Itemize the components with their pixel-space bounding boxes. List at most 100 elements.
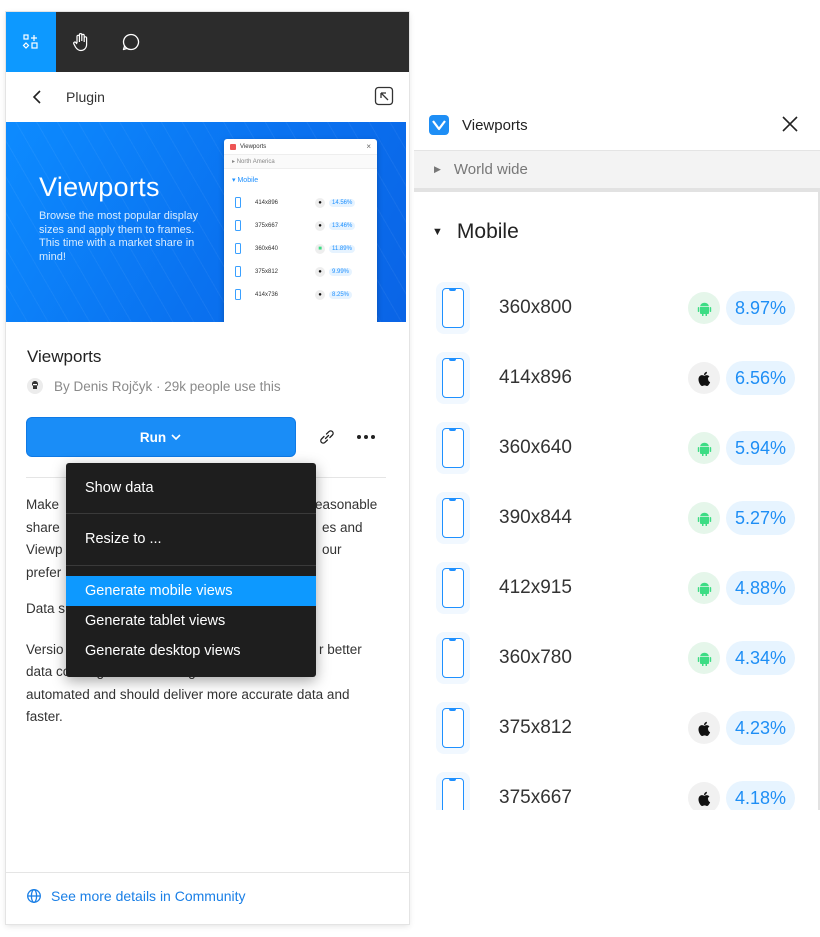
viewports-panel: Viewports ▶ World wide ▼ Mobile 360x800 8… — [414, 100, 820, 810]
os-badge — [688, 362, 720, 394]
description-text: faster. — [26, 709, 63, 724]
device-row[interactable]: 360x800 8.97% — [414, 275, 820, 345]
viewports-header: Viewports — [414, 100, 820, 150]
menu-separator — [66, 565, 316, 566]
device-resolution: 360x800 — [499, 297, 572, 318]
os-badge — [688, 642, 720, 674]
device-row[interactable]: 375x812 4.23% — [414, 695, 820, 765]
community-link-label: See more details in Community — [51, 888, 246, 904]
back-button[interactable] — [26, 85, 50, 109]
android-icon — [697, 512, 711, 526]
apple-icon: ● — [315, 197, 325, 208]
device-resolution: 360x780 — [499, 647, 572, 668]
phone-icon — [235, 266, 241, 277]
market-share-badge: 6.56% — [726, 361, 796, 395]
preview-header: Viewports × — [224, 139, 377, 155]
collapse-icon[interactable] — [373, 85, 395, 107]
preview-row: 414x736 ● 8.25% — [224, 283, 377, 306]
world-wide-section[interactable]: ▶ World wide — [414, 150, 820, 192]
description-text: r better — [319, 641, 362, 657]
apple-icon: ● — [315, 266, 325, 277]
caret-down-icon: ▼ — [432, 226, 443, 238]
apple-icon — [697, 721, 710, 736]
close-icon: × — [366, 142, 371, 151]
menu-item-generate-tablet-views[interactable]: Generate tablet views — [66, 606, 316, 636]
description-text: easonable — [315, 497, 378, 512]
preview-percent: 11.89% — [329, 244, 355, 253]
hand-tool-button[interactable] — [56, 12, 106, 72]
menu-item-resize-to[interactable]: Resize to ... — [66, 525, 316, 553]
device-row[interactable]: 390x844 5.27% — [414, 485, 820, 555]
preview-section: ▾ Mobile — [232, 176, 259, 185]
os-badge — [688, 432, 720, 464]
comment-icon — [122, 33, 140, 51]
market-share-badge: 4.88% — [726, 571, 796, 605]
preview-section-label: Mobile — [237, 176, 259, 184]
android-icon — [697, 442, 711, 456]
more-options-button[interactable] — [354, 426, 378, 448]
description-text: Viewp — [26, 542, 63, 557]
menu-item-generate-desktop-views[interactable]: Generate desktop views — [66, 636, 316, 666]
banner-preview-card: Viewports × ▸ North America ▾ Mobile 414… — [224, 139, 377, 322]
description-text: Versio — [26, 641, 64, 657]
device-row[interactable]: 360x780 4.34% — [414, 625, 820, 695]
android-icon — [697, 652, 711, 666]
phone-icon — [442, 498, 464, 538]
chevron-left-icon — [32, 90, 41, 104]
link-icon[interactable] — [316, 426, 338, 448]
phone-icon — [442, 638, 464, 678]
device-row[interactable]: 360x640 5.94% — [414, 415, 820, 485]
plugin-banner: Viewports Browse the most popular displa… — [6, 122, 406, 322]
os-badge — [688, 292, 720, 324]
menu-item-show-data[interactable]: Show data — [66, 474, 316, 502]
market-share-badge: 4.34% — [726, 641, 796, 675]
description-text: share — [26, 519, 60, 535]
description-text: es and — [322, 519, 363, 535]
comment-tool-button[interactable] — [106, 12, 156, 72]
preview-resolution: 414x896 — [255, 199, 279, 206]
preview-resolution: 414x736 — [255, 291, 279, 298]
device-resolution: 414x896 — [499, 367, 572, 388]
apple-icon: ● — [315, 220, 325, 231]
menu-item-generate-mobile-views[interactable]: Generate mobile views — [66, 576, 316, 606]
phone-icon — [442, 708, 464, 748]
preview-resolution: 360x640 — [255, 245, 279, 252]
close-icon[interactable] — [780, 114, 800, 134]
preview-row: 375x667 ● 13.46% — [224, 214, 377, 237]
android-icon — [697, 582, 711, 596]
phone-icon — [235, 243, 241, 254]
market-share-badge: 5.27% — [726, 501, 796, 535]
author-line: By Denis Rojčyk · 29k people use this — [54, 378, 281, 394]
market-share-badge: 4.23% — [726, 711, 796, 745]
banner-title: Viewports — [39, 172, 160, 202]
os-badge — [688, 782, 720, 810]
viewports-title: Viewports — [462, 116, 528, 134]
author-avatar-icon — [32, 381, 38, 389]
market-share-badge: 5.94% — [726, 431, 796, 465]
components-tool-button[interactable] — [6, 12, 56, 72]
device-row[interactable]: 375x667 4.18% — [414, 765, 820, 810]
device-row[interactable]: 412x915 4.88% — [414, 555, 820, 625]
android-icon — [697, 302, 711, 316]
market-share-badge: 8.97% — [726, 291, 796, 325]
preview-rows: 414x896 ● 14.56% 375x667 ● 13.46% 360x640 ■ 11.8… — [224, 191, 377, 306]
caret-right-icon: ▶ — [434, 164, 441, 174]
community-link[interactable]: See more details in Community — [26, 888, 246, 904]
plugin-name: Viewports — [27, 347, 102, 366]
mobile-section-header[interactable]: ▼ Mobile — [414, 220, 519, 244]
phone-icon — [235, 197, 241, 208]
run-button[interactable]: Run — [26, 417, 296, 457]
phone-icon — [442, 288, 464, 328]
run-context-menu: Show data Resize to ... Generate mobile … — [66, 463, 316, 677]
device-row[interactable]: 414x896 6.56% — [414, 345, 820, 415]
preview-row: 375x812 ● 9.99% — [224, 260, 377, 283]
preview-resolution: 375x812 — [255, 268, 279, 275]
preview-percent: 9.99% — [329, 267, 353, 276]
description-text: Data s — [26, 601, 66, 616]
toolbar — [6, 12, 409, 72]
apple-icon: ● — [315, 289, 325, 300]
viewports-logo-icon — [429, 115, 449, 135]
globe-icon — [27, 889, 41, 903]
menu-separator — [66, 513, 316, 514]
description-text: our — [322, 542, 342, 557]
